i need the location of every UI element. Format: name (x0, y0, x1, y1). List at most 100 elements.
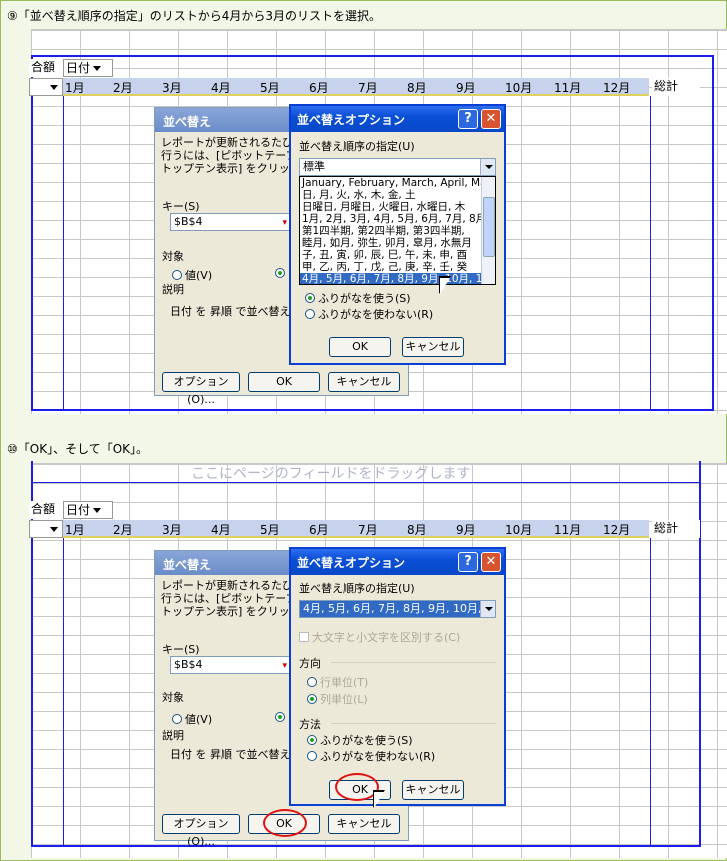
options-button[interactable]: オプション(O)... (162, 372, 240, 406)
radio-button-icon (307, 694, 317, 704)
order-label: 並べ替え順序の指定(U) (299, 140, 415, 153)
month-cell: 10月 (505, 523, 533, 537)
list-item[interactable]: 日, 月, 火, 水, 木, 金, 土 (300, 189, 495, 201)
month-cell: 11月 (554, 81, 582, 95)
order-combo[interactable]: 標準 (299, 158, 496, 176)
order-label: 並べ替え順序の指定(U) (299, 582, 415, 595)
radio-button-icon (307, 735, 317, 745)
radio-value[interactable]: 値(V) (172, 711, 212, 727)
month-cell: 4月 (211, 523, 231, 537)
radio-label-option[interactable] (275, 711, 288, 724)
radio-furigana[interactable]: ふりがなを使う(S) (305, 290, 411, 306)
list-scrollbar[interactable] (481, 177, 495, 284)
scroll-thumb[interactable] (483, 197, 495, 257)
key-value: $B$4 (174, 658, 203, 671)
month-cell: 11月 (554, 523, 582, 537)
radio-button-icon (172, 714, 182, 724)
month-cell: 5月 (260, 523, 280, 537)
combo-value: 標準 (303, 160, 325, 173)
radio-button-icon (172, 270, 182, 280)
chevron-down-icon[interactable] (480, 159, 495, 175)
field-left-2: 合額 (29, 501, 63, 519)
radio-furigana[interactable]: ふりがなを使う(S) (307, 732, 413, 748)
chevron-down-icon (50, 527, 58, 532)
radio-button-icon (305, 293, 315, 303)
key-input[interactable]: $B$4 ▾ (170, 656, 290, 674)
radio-col[interactable]: 列単位(L) (307, 691, 368, 707)
radio-no-furigana[interactable]: ふりがなを使わない(R) (307, 748, 435, 764)
month-cell: 5月 (260, 81, 280, 95)
chevron-down-icon (93, 508, 102, 513)
radio-label: ふりがなを使わない(R) (318, 308, 434, 321)
month-cell: 7月 (358, 81, 378, 95)
cancel-button[interactable]: キャンセル (328, 372, 400, 392)
desc-label: 説明 (162, 283, 184, 296)
order-combo[interactable]: 4月, 5月, 6月, 7月, 8月, 9月, 10月, 1 (299, 600, 496, 618)
field-left-1: 合額 (29, 59, 63, 77)
close-icon[interactable]: ✕ (481, 109, 501, 129)
order-list[interactable]: January, February, March, April, Ma 日, 月… (299, 176, 496, 285)
list-item[interactable]: January, February, March, April, Ma (300, 177, 495, 189)
total-header-2: 総計 (652, 520, 700, 538)
radio-label: 値(V) (185, 269, 213, 282)
pivot-divider (63, 96, 64, 409)
month-cell: 9月 (456, 81, 476, 95)
list-item[interactable]: 子, 丑, 寅, 卯, 辰, 巳, 午, 未, 申, 酉 (300, 249, 495, 261)
help-icon[interactable]: ? (458, 109, 478, 129)
range-picker-icon[interactable]: ▾ (282, 658, 287, 673)
cancel-button[interactable]: キャンセル (402, 337, 464, 357)
radio-button-icon (305, 309, 315, 319)
target-label: 対象 (162, 250, 184, 263)
case-checkbox[interactable]: 大文字と小文字を区別する(C) (299, 629, 460, 645)
list-item[interactable]: 1月, 2月, 3月, 4月, 5月, 6月, 7月, 8月 (300, 213, 495, 225)
month-cell: 12月 (603, 523, 631, 537)
mouse-cursor-fill (374, 792, 384, 808)
help-icon[interactable]: ? (458, 552, 478, 572)
pivot-divider (31, 482, 701, 483)
close-icon[interactable]: ✕ (481, 552, 501, 572)
key-input[interactable]: $B$4 ▾ (170, 213, 290, 231)
radio-row[interactable]: 行単位(T) (307, 674, 368, 690)
list-item[interactable]: 第1四半期, 第2四半期, 第3四半期, (300, 225, 495, 237)
month-cell: 2月 (113, 81, 133, 95)
pivot-divider (650, 96, 651, 409)
chevron-down-icon (93, 66, 102, 71)
direction-label: 方向 (299, 657, 321, 670)
mouse-cursor-fill (440, 278, 450, 294)
radio-button-icon (275, 712, 285, 722)
sort-options-dialog-1: 並べ替えオプション ? ✕ 並べ替え順序の指定(U) 標準 January, F… (289, 104, 506, 365)
month-cell: 9月 (456, 523, 476, 537)
target-label: 対象 (162, 691, 184, 704)
date-field-button-2[interactable]: 日付 (63, 501, 113, 519)
options-dialog-titlebar: 並べ替えオプション ? ✕ (291, 549, 504, 575)
ok-button[interactable]: OK (248, 372, 320, 392)
month-cell: 6月 (309, 523, 329, 537)
cancel-button[interactable]: キャンセル (328, 814, 400, 834)
range-picker-icon[interactable]: ▾ (282, 215, 287, 230)
desc-text: 日付 を 昇順 で並べ替え (170, 748, 291, 761)
options-dialog-title: 並べ替えオプション (297, 556, 406, 570)
drop-zone-hint: ここにページのフィールドをドラッグします (191, 466, 471, 482)
radio-no-furigana[interactable]: ふりがなを使わない(R) (305, 306, 433, 322)
method-label: 方法 (299, 718, 321, 731)
list-item[interactable]: 甲, 乙, 丙, 丁, 戊, 己, 庚, 辛, 壬, 癸 (300, 261, 495, 273)
date-field-label: 日付 (66, 61, 91, 75)
list-item[interactable]: 睦月, 如月, 弥生, 卯月, 皐月, 水無月 (300, 237, 495, 249)
pivot-divider (63, 538, 64, 846)
chevron-down-icon[interactable] (480, 601, 495, 617)
radio-label: 行単位(T) (320, 676, 369, 689)
month-cell: 10月 (505, 81, 533, 95)
options-button[interactable]: オプション(O)... (162, 814, 240, 848)
sort-options-dialog-2: 並べ替えオプション ? ✕ 並べ替え順序の指定(U) 4月, 5月, 6月, 7… (289, 547, 506, 806)
cancel-button[interactable]: キャンセル (402, 780, 464, 800)
highlight-circle (263, 809, 307, 837)
month-cell: 12月 (603, 81, 631, 95)
list-item[interactable]: 日曜日, 月曜日, 火曜日, 水曜日, 木 (300, 201, 495, 213)
list-item-selected[interactable]: 4月, 5月, 6月, 7月, 8月, 9月, 10月, 1 (300, 273, 495, 284)
date-field-button-1[interactable]: 日付 (63, 59, 113, 77)
row-field-dropdown-1[interactable] (29, 78, 63, 96)
ok-button[interactable]: OK (329, 337, 391, 357)
row-field-dropdown-2[interactable] (29, 520, 63, 538)
radio-label-option[interactable] (275, 267, 288, 280)
checkbox-icon (299, 632, 309, 642)
